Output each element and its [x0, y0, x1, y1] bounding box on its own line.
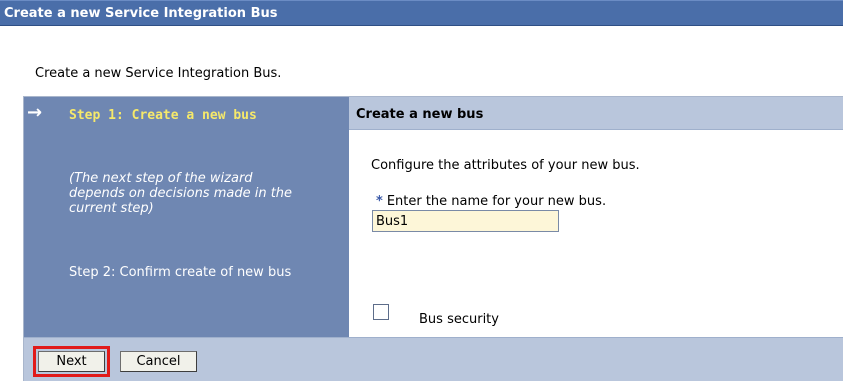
step-1-label: Step 1: Create a new bus	[69, 108, 257, 123]
button-bar: Next Cancel	[24, 337, 843, 381]
step-2-label: Step 2: Confirm create of new bus	[69, 265, 292, 280]
required-icon: *	[376, 194, 383, 209]
content-header: Create a new bus	[349, 97, 843, 130]
step-note: (The next step of the wizard depends on …	[69, 171, 293, 216]
next-button[interactable]: Next	[38, 351, 105, 372]
bus-name-label: * Enter the name for your new bus.	[376, 194, 606, 209]
bus-name-label-text: Enter the name for your new bus.	[386, 194, 607, 209]
wizard-panel: → Step 1: Create a new bus (The next ste…	[23, 96, 843, 381]
bus-security-label: Bus security	[419, 312, 499, 327]
current-step-arrow-icon: →	[27, 102, 43, 123]
bus-name-input[interactable]	[372, 210, 559, 232]
bus-security-checkbox[interactable]	[373, 304, 389, 320]
wizard-steps-panel: → Step 1: Create a new bus (The next ste…	[24, 97, 349, 337]
cancel-button[interactable]: Cancel	[120, 351, 197, 372]
step-content: Create a new bus Configure the attribute…	[349, 97, 843, 337]
content-description: Configure the attributes of your new bus…	[371, 158, 640, 173]
page-title: Create a new Service Integration Bus	[0, 0, 843, 26]
intro-text: Create a new Service Integration Bus.	[35, 66, 282, 81]
